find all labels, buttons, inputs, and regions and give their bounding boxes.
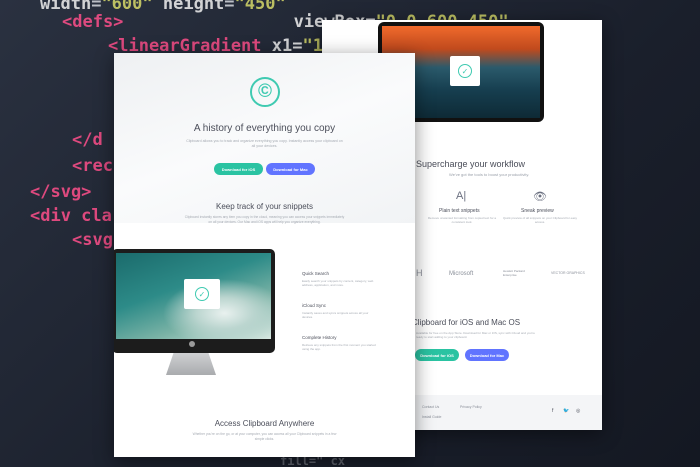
feature-item-title: Quick Search <box>302 271 330 276</box>
footer-link-privacy[interactable]: Privacy Policy <box>460 405 482 409</box>
footer-link-install[interactable]: Install Guide <box>422 415 441 419</box>
monitor-mockup: ✓ <box>114 249 275 353</box>
download-mac-button[interactable]: Download for Mac <box>465 349 509 361</box>
feature-item-text: Instantly saves and syncs snippets acros… <box>302 311 369 319</box>
code-token: <div cla <box>30 206 112 226</box>
vector-logo: VECTOR GRAPHICS <box>551 271 585 275</box>
tablet-card: ✓ <box>450 56 480 86</box>
access-title: Access Clipboard Anywhere <box>214 419 315 428</box>
code-token: <defs> <box>62 12 124 32</box>
checkmark-icon: ✓ <box>195 287 209 301</box>
hero-title: A history of everything you copy <box>193 123 336 134</box>
access-text: Whether you're on the go, or at your com… <box>192 432 337 441</box>
cta-title: Clipboard for iOS and Mac OS <box>412 318 521 327</box>
code-token: </d <box>72 130 103 150</box>
section-subtitle: We've got the tools to boost your produc… <box>449 172 530 177</box>
eye-icon: 👁 <box>533 191 547 203</box>
twitter-icon[interactable]: 🐦 <box>563 408 569 414</box>
code-line-4: </d <box>72 130 103 150</box>
download-mac-button[interactable]: Download for Mac <box>266 163 315 175</box>
code-token: </svg> <box>30 182 92 202</box>
feature-item-text: Easily search your snippets by content, … <box>302 279 374 287</box>
code-line-6: </svg> <box>30 182 91 202</box>
microsoft-logo: Microsoft <box>449 271 474 277</box>
code-line-8: <svg <box>72 230 113 250</box>
monitor-stand <box>166 353 216 375</box>
facebook-icon[interactable]: f <box>552 408 553 414</box>
footer-link-contact[interactable]: Contact Us <box>422 405 439 409</box>
section-title: Supercharge your workflow <box>416 159 526 169</box>
download-ios-button[interactable]: Download for iOS <box>415 349 459 361</box>
snippets-title: Keep track of your snippets <box>216 202 313 211</box>
code-token: <rec <box>72 156 113 176</box>
cta-text: Available for free on the App Store. Dow… <box>416 331 535 339</box>
apple-logo-icon <box>189 341 195 347</box>
landing-page-preview-front: © A history of everything you copy Clipb… <box>114 53 415 457</box>
monitor-card: ✓ <box>184 279 220 309</box>
feature-item-title: iCloud Sync <box>302 303 327 308</box>
hero-text: Clipboard allows you to track and organi… <box>186 139 343 148</box>
feature-item-text: Retrieve any snippets from the first mom… <box>302 343 376 351</box>
download-ios-button[interactable]: Download for iOS <box>214 163 263 175</box>
text-icon: A| <box>456 190 467 202</box>
hp-logo: Hewlett Packard Enterprise <box>503 269 525 277</box>
feature-item-title: Complete History <box>302 335 337 340</box>
code-line-5: <rec <box>72 156 113 176</box>
footer: Contact Us Privacy Policy Install Guide … <box>402 395 602 430</box>
checkmark-icon: ✓ <box>458 64 472 78</box>
google-logo: H <box>416 268 423 278</box>
code-token: <svg <box>72 230 113 250</box>
instagram-icon[interactable]: ◎ <box>576 408 580 414</box>
feature-text: Quick preview of all snippets on your Cl… <box>502 216 578 224</box>
feature-title: Sneak preview <box>521 208 554 214</box>
snippets-text: Clipboard instantly stores any item you … <box>184 215 345 224</box>
feature-title: Plain text snippets <box>439 208 480 214</box>
code-line-7: <div cla <box>30 206 112 226</box>
clipboard-logo-icon: © <box>250 77 280 107</box>
feature-text: Remove unwanted formatting from copied t… <box>427 216 497 224</box>
